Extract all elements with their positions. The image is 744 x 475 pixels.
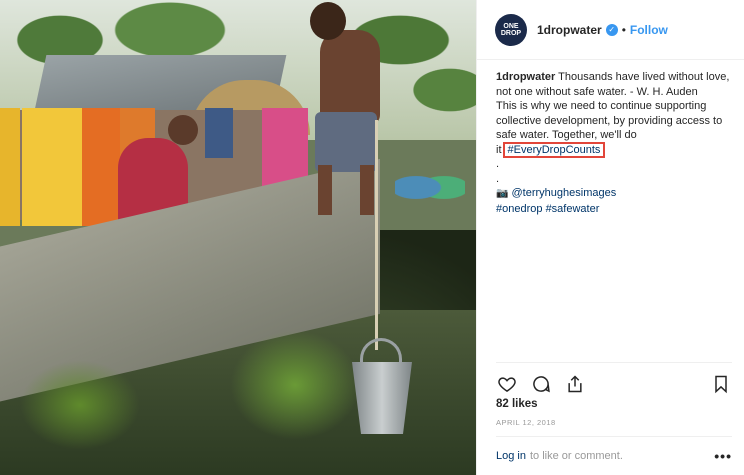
photo-moss [20,360,140,450]
caption-tags: #onedrop #safewater [496,202,734,217]
photo-rope [375,120,378,350]
heart-icon [498,376,516,392]
share-button[interactable] [564,373,586,395]
caption-line-2: This is why we need to continue supporti… [496,99,734,158]
avatar[interactable]: ONE DROP [495,13,527,46]
photo-people [395,165,465,210]
comment-icon [533,375,550,392]
photo-hanging-cloth [205,108,233,158]
share-icon [568,374,582,392]
hashtag-everydropcounts[interactable]: #EveryDropCounts [502,141,606,158]
photo-hanging-cloth [22,108,82,226]
bookmark-icon [715,375,727,393]
comment-button[interactable] [530,373,552,395]
caption-line-1: 1dropwater Thousands have lived without … [496,70,734,99]
hashtag-safewater[interactable]: #safewater [546,203,600,215]
caption-username[interactable]: 1dropwater [496,71,555,83]
caption-dot: . [496,172,500,185]
likes-count[interactable]: 82 likes [496,398,538,410]
like-button[interactable] [496,373,518,395]
username-link[interactable]: 1dropwater [537,23,602,37]
photo-hanging-cloth [0,108,20,226]
photo-boy-leg [360,165,374,215]
photo-woman-head [168,115,198,145]
comment-bar: Log in to like or comment. ••• [496,436,732,474]
post-date: APRIL 12, 2018 [496,418,556,427]
save-button[interactable] [710,373,732,395]
camera-icon: 📷 [496,188,509,199]
photo-boy-leg [318,165,332,215]
photo-boy-head [310,2,346,40]
credit-mention[interactable]: @terryhughesimages [512,187,617,199]
action-bar [496,362,732,396]
post-header: ONE DROP 1dropwater ✓ • Follow [477,0,744,60]
caption-dot: . [496,158,500,170]
photo-bucket [352,362,412,434]
login-link[interactable]: Log in [496,450,526,462]
separator-dot: • [621,22,626,37]
photo-moss [230,330,360,440]
post-panel: ONE DROP 1dropwater ✓ • Follow 1dropwate… [476,0,744,475]
caption-credit: 📷 @terryhughesimages [496,186,734,202]
photo-boy-shorts [315,112,377,172]
post-caption: 1dropwater Thousands have lived without … [496,70,734,216]
photo-hanging-cloth [82,108,120,226]
verified-badge-icon: ✓ [605,23,618,36]
follow-button[interactable]: Follow [630,23,668,37]
more-options-icon[interactable]: ••• [714,448,732,464]
comment-prompt: to like or comment. [529,449,623,462]
photo-boy [320,30,380,125]
post-photo[interactable] [0,0,476,475]
hashtag-onedrop[interactable]: #onedrop [496,203,543,215]
